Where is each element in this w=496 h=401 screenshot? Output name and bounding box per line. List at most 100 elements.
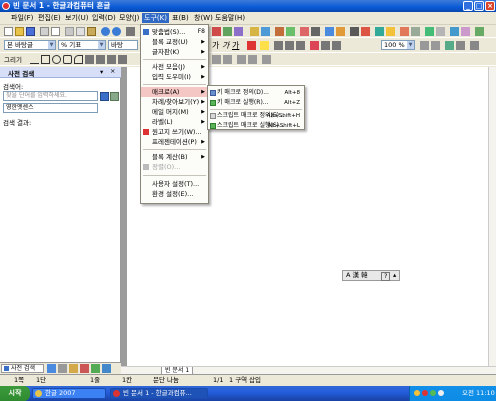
redo-icon[interactable] [112,27,121,36]
help-icon[interactable] [450,27,459,36]
menu-item-preferences[interactable]: 환경 설정(E)... [141,189,208,199]
panel-tab-icon-2[interactable] [58,364,67,373]
save-icon[interactable] [26,27,35,36]
panel-close-icon[interactable]: × [110,67,115,75]
tray-icon-1[interactable] [414,390,420,396]
hwp-app-icon[interactable] [2,2,10,10]
menu-format[interactable]: 모양(J) [117,13,141,23]
ime-toolbar[interactable]: A 漢 韓 ? ▴ [342,270,400,281]
equation-icon[interactable] [275,27,284,36]
dictionary-select[interactable]: 영한엣센스 [3,103,98,113]
menu-item-dictionaries[interactable]: 사전 모음(J) ▶ [141,62,208,72]
panel-tab-icon-4[interactable] [80,364,89,373]
menu-item-spellcheck[interactable]: 맞춤법(S)... F8 [141,27,208,37]
ellipse-icon[interactable] [52,55,61,64]
menu-window[interactable]: 창(W) [192,13,215,23]
linestyle-icon[interactable] [223,55,232,64]
macro-item-script-run[interactable]: 스크립트 매크로 실행(S)... Alt+Shift+L [208,121,304,131]
tool-icon[interactable] [461,27,470,36]
grid-icon[interactable] [350,27,359,36]
open-folder-icon[interactable] [15,27,24,36]
paste-icon[interactable] [87,27,96,36]
hyperlink-icon[interactable] [286,27,295,36]
shadow-icon[interactable] [237,55,246,64]
font-color-icon[interactable] [247,41,256,50]
memo-icon[interactable] [361,27,370,36]
border-icon[interactable] [470,41,479,50]
page-icon[interactable] [311,27,320,36]
order-icon[interactable] [262,55,271,64]
extra-icon[interactable] [475,27,484,36]
tray-icon-3[interactable] [430,390,436,396]
macro-item-key-run[interactable]: 키 매크로 실행(R)... Alt+Z [208,98,304,108]
menu-item-user-settings[interactable]: 사용자 설정(T)... [141,179,208,189]
settings-icon[interactable] [436,27,445,36]
close-button[interactable]: × [485,1,495,11]
justify-icon[interactable] [321,41,330,50]
textbox-icon[interactable] [261,27,270,36]
horizontal-scrollbar[interactable]: 빈 문서 1 [121,366,496,376]
align-right-icon[interactable] [296,41,305,50]
bold-icon[interactable]: 가 [212,40,219,51]
print-icon[interactable] [40,27,49,36]
menu-item-manuscript[interactable]: 원고지 쓰기(W)... [141,127,208,137]
taskbar-item-hangul[interactable]: 한글 2007 [32,388,106,399]
bookmark-icon[interactable] [300,27,309,36]
ime-options-icon[interactable]: ▴ [393,271,396,280]
arc-icon[interactable] [74,55,83,64]
start-button[interactable]: 시작 [0,386,30,401]
rotate-icon[interactable] [118,55,127,64]
table-icon[interactable] [212,27,221,36]
ime-help[interactable]: ? [381,272,391,281]
linespacing-icon[interactable] [445,41,454,50]
menu-item-macro[interactable]: 매크로(A) ▶ [141,87,208,97]
para-icon[interactable] [456,41,465,50]
search-icon[interactable] [100,92,109,101]
maximize-button[interactable]: □ [474,1,484,11]
tray-icon-2[interactable] [422,390,428,396]
select-icon[interactable] [107,55,116,64]
find-icon[interactable] [126,27,135,36]
spell-icon[interactable] [375,27,384,36]
menu-item-block-correct[interactable]: 블록 교정(U) ▶ [141,37,208,47]
curve-icon[interactable] [96,55,105,64]
indent-icon[interactable] [420,41,429,50]
polygon-icon[interactable] [85,55,94,64]
menu-item-input-helper[interactable]: 입력 도우미(I) ▶ [141,72,208,82]
line-icon[interactable] [30,55,39,64]
underline-icon[interactable]: 가 [232,40,239,51]
menu-item-mail-merge[interactable]: 메일 머지(M) ▶ [141,107,208,117]
dict-icon[interactable] [411,27,420,36]
menu-item-toc[interactable]: 차례/찾아보기(Y) ▶ [141,97,208,107]
highlight-icon[interactable] [260,41,269,50]
search-options-icon[interactable] [110,92,119,101]
tab-dictionary[interactable]: 사전 검색 [1,364,44,373]
font-combo[interactable]: 바탕 [108,40,138,50]
copy-icon[interactable] [76,27,85,36]
menu-item-presentation[interactable]: 프레젠테이션(P) ▶ [141,137,208,147]
rounded-rect-icon[interactable] [63,55,72,64]
tray-icon-4[interactable] [438,390,444,396]
undo-icon[interactable] [101,27,110,36]
panel-menu-icon[interactable]: ▾ [100,68,103,76]
fill-icon[interactable] [212,55,221,64]
cut-icon[interactable] [65,27,74,36]
column-icon[interactable] [325,27,334,36]
taskbar-item-document[interactable]: 빈 문서 1 - 한글과컴퓨... [110,388,208,399]
menu-help[interactable]: 도움말(H) [213,13,247,23]
align-left-icon[interactable] [274,41,283,50]
new-doc-icon[interactable] [4,27,13,36]
zoom-combo[interactable]: 100 % ▼ [381,40,415,50]
image-icon[interactable] [234,27,243,36]
menu-item-label-print[interactable]: 라벨(L) ▶ [141,117,208,127]
minimize-button[interactable]: _ [463,1,473,11]
menu-table[interactable]: 표(B) [170,13,191,23]
panel-tab-icon-3[interactable] [69,364,78,373]
distribute-icon[interactable] [332,41,341,50]
panel-tab-icon-6[interactable] [102,364,111,373]
menu-item-sort[interactable]: 정렬(O)... [141,162,208,172]
menu-item-block-calc[interactable]: 블록 계산(B) ▶ [141,152,208,162]
ime-mode[interactable]: A 漢 韓 [346,271,368,280]
menu-view[interactable]: 보기(U) [63,13,90,23]
rect-icon[interactable] [41,55,50,64]
